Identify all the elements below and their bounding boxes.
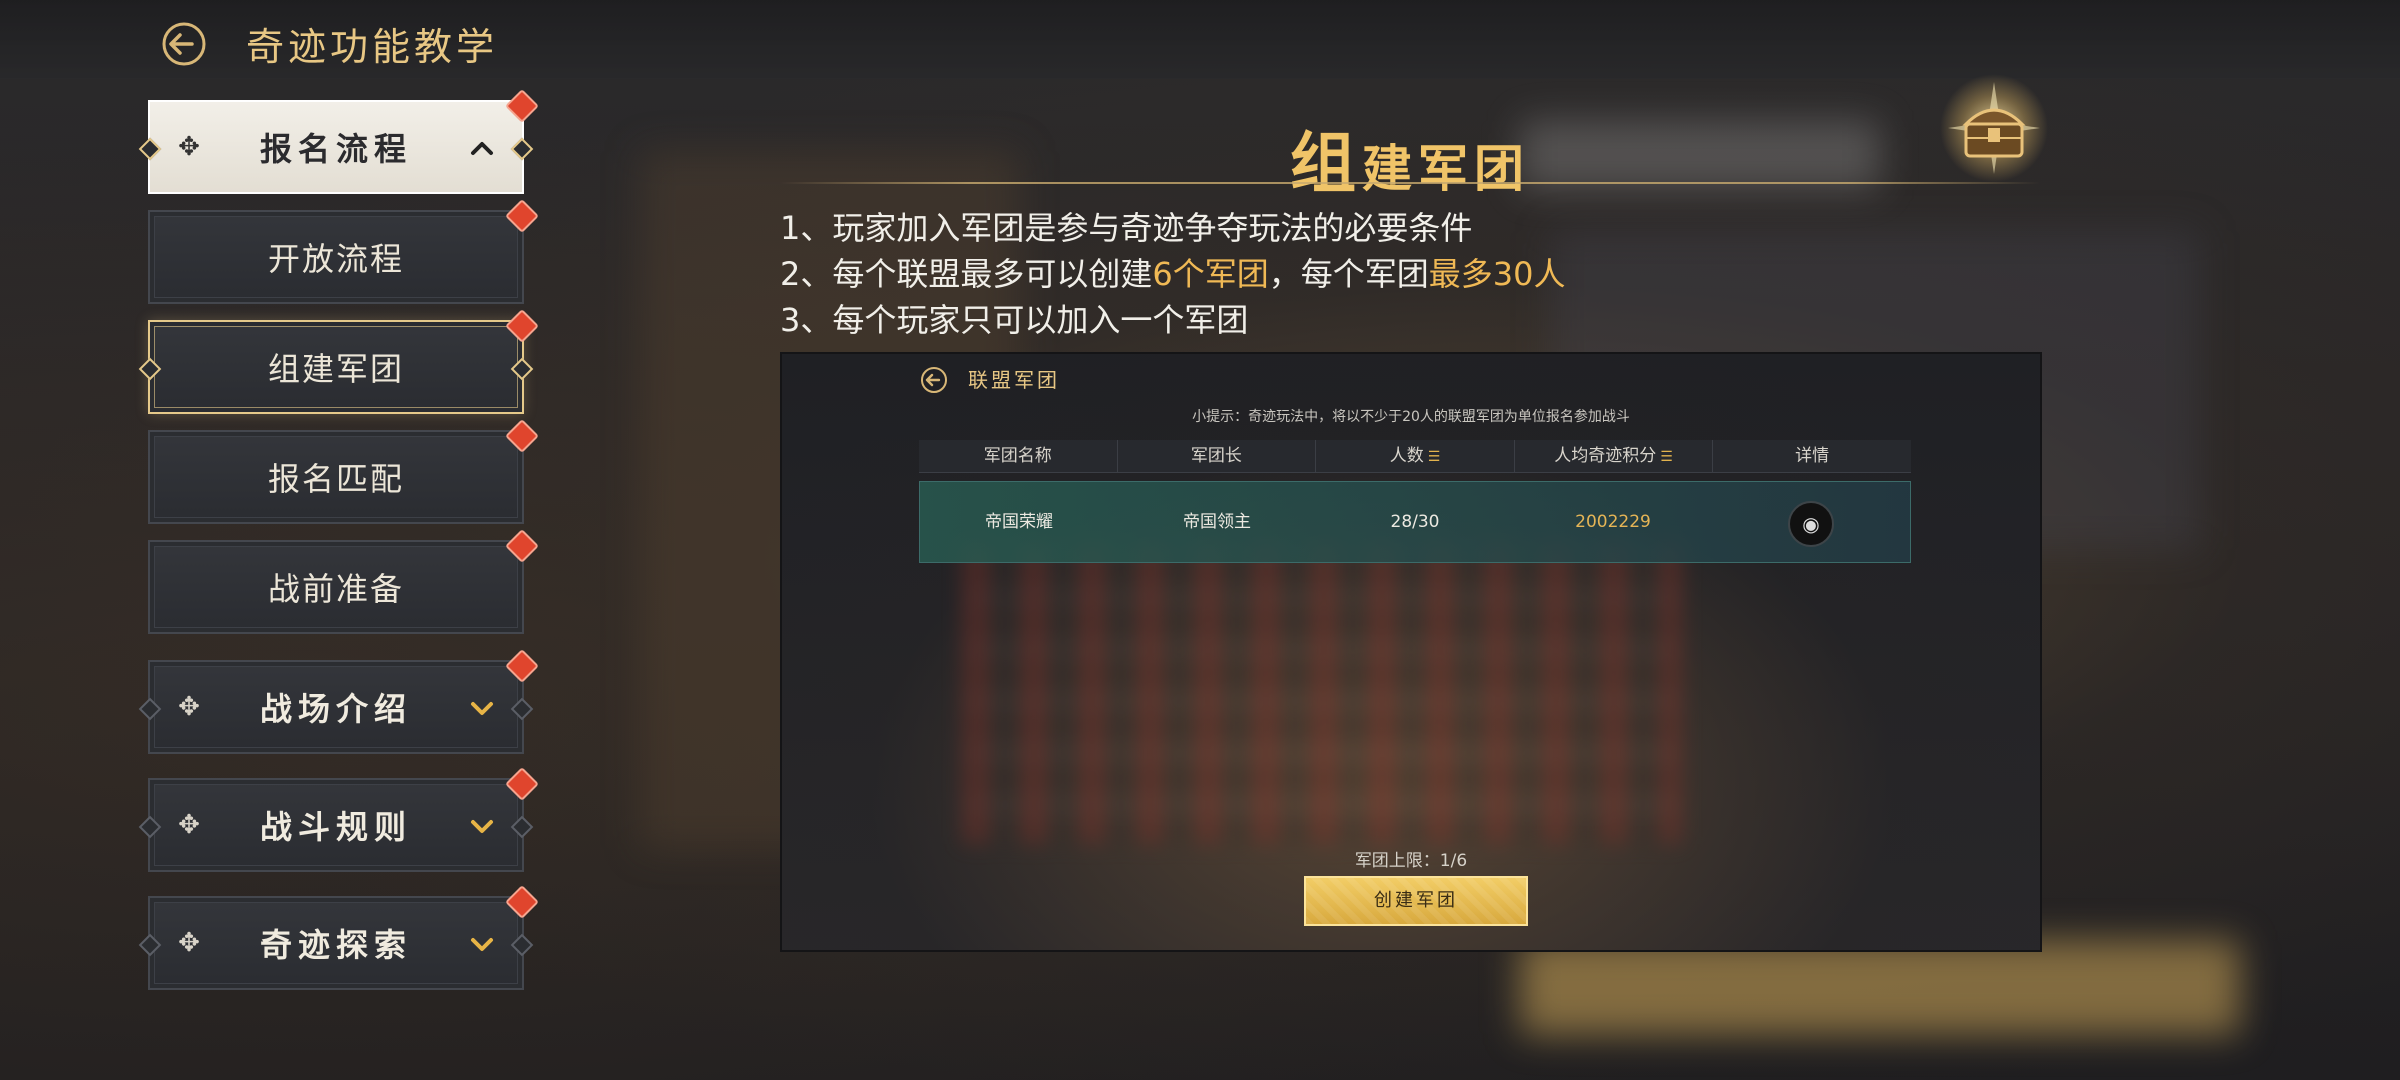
chevron-down-icon	[471, 702, 493, 715]
sidebar-item-label: 报名流程	[259, 130, 412, 168]
column-header[interactable]: 人数 ☰	[1316, 440, 1515, 472]
example-screenshot-panel: 联盟军团 小提示：奇迹玩法中，将以不少于20人的联盟军团为单位报名参加战斗 军团…	[780, 352, 2042, 952]
column-header[interactable]: 军团长	[1118, 440, 1317, 472]
column-header: 详情	[1713, 440, 1911, 472]
table-header: 军团名称 军团长 人数 ☰ 人均奇迹积分 ☰ 详情	[919, 440, 1911, 473]
back-arrow-icon[interactable]	[158, 18, 210, 70]
column-header[interactable]: 人均奇迹积分 ☰	[1515, 440, 1714, 472]
frame-notch	[138, 933, 162, 957]
legion-limit: 军团上限：1/6	[1354, 851, 1468, 871]
column-header-label: 军团长	[1190, 446, 1242, 466]
instruction-line-1: 1、玩家加入军团是参与奇迹争夺玩法的必要条件	[780, 209, 1473, 247]
sidebar-item-label: 战斗规则	[259, 808, 412, 846]
notification-badge	[505, 89, 539, 123]
chevron-down-icon	[471, 938, 493, 951]
section-title-first: 组	[1290, 124, 1362, 202]
frame-notch	[138, 137, 162, 161]
frame-notch	[138, 815, 162, 839]
sidebar-item-label: 战前准备	[267, 570, 404, 608]
instruction-text: ，每个军团	[1268, 255, 1429, 293]
sort-icon[interactable]: ☰	[1428, 441, 1441, 473]
table-row[interactable]: 帝国荣耀 帝国领主 28/30 2002229 ◉	[919, 481, 1911, 563]
sidebar-category-battlefield[interactable]: ✥ 战场介绍	[138, 649, 539, 754]
frame-notch	[138, 697, 162, 721]
clover-icon: ✥	[178, 132, 200, 162]
frame-notch	[138, 357, 162, 381]
notification-badge	[505, 199, 539, 233]
column-header-label: 军团名称	[983, 446, 1052, 466]
notification-badge	[505, 419, 539, 453]
sidebar-category-wonder-explore[interactable]: ✥ 奇迹探索	[138, 885, 539, 990]
chevron-up-icon	[471, 142, 493, 155]
chevron-down-icon	[471, 820, 493, 833]
section-header: 组建军团	[780, 110, 2040, 202]
notification-badge	[505, 309, 539, 343]
top-bar: 奇迹功能教学	[0, 0, 2400, 79]
legion-members: 28/30	[1390, 512, 1440, 532]
notification-badge	[505, 885, 539, 919]
clover-icon: ✥	[178, 928, 200, 958]
sidebar-category-battle-rules[interactable]: ✥ 战斗规则	[138, 767, 539, 872]
notification-badge	[505, 529, 539, 563]
sidebar-item-signup-match[interactable]: 报名匹配	[148, 419, 539, 524]
sidebar-item-label: 战场介绍	[259, 690, 412, 728]
blurred-background	[962, 544, 1682, 844]
view-detail-icon[interactable]: ◉	[1788, 501, 1834, 547]
clover-icon: ✥	[178, 692, 200, 722]
legion-table: 军团名称 军团长 人数 ☰ 人均奇迹积分 ☰ 详情 帝国荣耀 帝国领主 28/30 …	[919, 440, 1911, 563]
legion-name: 帝国荣耀	[985, 512, 1053, 532]
frame-notch	[510, 933, 534, 957]
header-divider	[780, 182, 2040, 184]
instruction-line-2: 2、每个联盟最多可以创建6个军团，每个军团最多30人	[780, 251, 1566, 297]
frame-notch	[510, 697, 534, 721]
sidebar-category-signup[interactable]: ✥ 报名流程	[138, 89, 539, 194]
notification-badge	[505, 767, 539, 801]
legion-score: 2002229	[1575, 512, 1651, 532]
frame-notch	[510, 815, 534, 839]
section-title-rest: 建军团	[1362, 139, 1530, 198]
panel-tip: 小提示：奇迹玩法中，将以不少于20人的联盟军团为单位报名参加战斗	[1192, 409, 1630, 425]
section-title: 组建军团	[780, 110, 2040, 206]
instruction-line-3: 3、每个玩家只可以加入一个军团	[780, 301, 1249, 339]
create-legion-button[interactable]: 创建军团	[1304, 876, 1528, 926]
back-arrow-icon[interactable]	[918, 364, 950, 396]
column-header-label: 人均奇迹积分	[1554, 446, 1657, 466]
column-header-label: 人数	[1389, 446, 1424, 466]
column-header[interactable]: 军团名称	[919, 440, 1118, 472]
panel-title: 联盟军团	[968, 368, 1060, 392]
sidebar-item-label: 组建军团	[267, 350, 404, 388]
sidebar-item-prebattle[interactable]: 战前准备	[148, 529, 539, 634]
instruction-text: 2、每个联盟最多可以创建	[780, 255, 1153, 293]
treasure-chest-icon[interactable]	[1938, 72, 2050, 184]
page-title: 奇迹功能教学	[246, 25, 499, 69]
highlight-text: 6个军团	[1152, 255, 1269, 293]
sort-icon[interactable]: ☰	[1660, 441, 1673, 473]
frame-notch	[510, 357, 534, 381]
legion-leader: 帝国领主	[1183, 512, 1251, 532]
sidebar-item-open-process[interactable]: 开放流程	[148, 199, 539, 304]
clover-icon: ✥	[178, 810, 200, 840]
sidebar-item-label: 开放流程	[267, 240, 404, 278]
frame-notch	[510, 137, 534, 161]
sidebar-item-label: 奇迹探索	[259, 926, 412, 964]
highlight-text: 最多30人	[1428, 255, 1566, 293]
sidebar-item-form-legion[interactable]: 组建军团	[138, 309, 539, 414]
detail-cell: ◉	[1712, 482, 1910, 562]
sidebar-item-label: 报名匹配	[267, 460, 404, 498]
instruction-list: 1、玩家加入军团是参与奇迹争夺玩法的必要条件 2、每个联盟最多可以创建6个军团，…	[780, 205, 1566, 343]
column-header-label: 详情	[1795, 446, 1830, 466]
notification-badge	[505, 649, 539, 683]
